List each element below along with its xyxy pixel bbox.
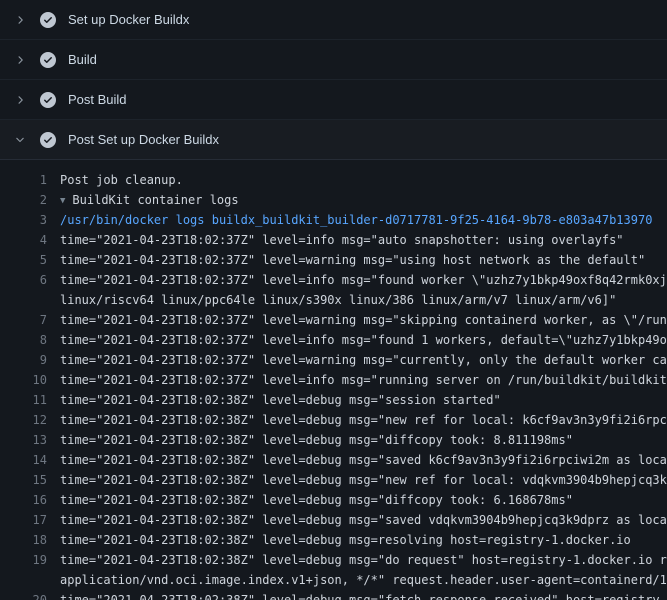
log-line-text: time="2021-04-23T18:02:38Z" level=debug … [60, 453, 667, 467]
log-line-number[interactable] [0, 570, 47, 590]
log-line-number[interactable]: 10 [0, 370, 47, 390]
log-line: 5 ▼time="2021-04-23T18:02:37Z" level=war… [0, 250, 667, 270]
log-line: 14 ▼time="2021-04-23T18:02:38Z" level=de… [0, 450, 667, 470]
log-line-text: time="2021-04-23T18:02:37Z" level=info m… [60, 333, 667, 347]
log-line: 11 ▼time="2021-04-23T18:02:38Z" level=de… [0, 390, 667, 410]
log-line-text: time="2021-04-23T18:02:38Z" level=debug … [60, 433, 573, 447]
log-line-text: BuildKit container logs [72, 193, 238, 207]
log-line-text: time="2021-04-23T18:02:38Z" level=debug … [60, 393, 501, 407]
step-label: Post Set up Docker Buildx [68, 132, 219, 147]
log-line: ▼linux/riscv64 linux/ppc64le linux/s390x… [0, 290, 667, 310]
log-line-number[interactable]: 2 [0, 190, 47, 210]
log-line: 18 ▼time="2021-04-23T18:02:38Z" level=de… [0, 530, 667, 550]
check-circle-icon [40, 132, 56, 148]
log-line-number[interactable]: 18 [0, 530, 47, 550]
log-line-number[interactable]: 3 [0, 210, 47, 230]
log-line: 6 ▼time="2021-04-23T18:02:37Z" level=inf… [0, 270, 667, 290]
log-line-text: time="2021-04-23T18:02:38Z" level=debug … [60, 553, 667, 567]
log-line-text: time="2021-04-23T18:02:38Z" level=debug … [60, 413, 667, 427]
log-line-text: time="2021-04-23T18:02:37Z" level=warnin… [60, 353, 667, 367]
log-line-text: time="2021-04-23T18:02:38Z" level=debug … [60, 533, 631, 547]
log-line-number[interactable]: 15 [0, 470, 47, 490]
log-line: 8 ▼time="2021-04-23T18:02:37Z" level=inf… [0, 330, 667, 350]
chevron-right-icon [14, 94, 26, 106]
steps-list: Set up Docker Buildx Build [0, 0, 667, 160]
step-label: Set up Docker Buildx [68, 12, 189, 27]
log-line-text: time="2021-04-23T18:02:38Z" level=debug … [60, 593, 660, 600]
log-line-number[interactable]: 5 [0, 250, 47, 270]
log-line-text: time="2021-04-23T18:02:37Z" level=info m… [60, 273, 667, 287]
log-line: ▼application/vnd.oci.image.index.v1+json… [0, 570, 667, 590]
log-line: 20 ▼time="2021-04-23T18:02:38Z" level=de… [0, 590, 667, 600]
log-line: 1 ▼Post job cleanup. [0, 170, 667, 190]
check-circle-icon [40, 12, 56, 28]
log-line-number[interactable]: 14 [0, 450, 47, 470]
log-line-number[interactable]: 20 [0, 590, 47, 600]
group-toggle-icon[interactable]: ▼ [60, 191, 65, 210]
log-output: 1 ▼Post job cleanup. 2 ▼ BuildKit contain… [0, 160, 667, 600]
log-line-text: time="2021-04-23T18:02:38Z" level=debug … [60, 473, 667, 487]
log-line-number[interactable]: 12 [0, 410, 47, 430]
log-line-text: linux/riscv64 linux/ppc64le linux/s390x … [60, 293, 616, 307]
check-circle-icon [40, 52, 56, 68]
log-line-text: time="2021-04-23T18:02:38Z" level=debug … [60, 513, 667, 527]
log-line: 10 ▼time="2021-04-23T18:02:37Z" level=in… [0, 370, 667, 390]
step-header-post-build[interactable]: Post Build [0, 80, 667, 120]
log-line-text: /usr/bin/docker logs buildx_buildkit_bui… [60, 213, 652, 227]
log-line-number[interactable]: 9 [0, 350, 47, 370]
step-header-post-set-up-docker-buildx[interactable]: Post Set up Docker Buildx [0, 120, 667, 160]
log-line-number[interactable]: 13 [0, 430, 47, 450]
log-line-number[interactable]: 8 [0, 330, 47, 350]
log-line-number[interactable]: 17 [0, 510, 47, 530]
log-line-text: time="2021-04-23T18:02:38Z" level=debug … [60, 493, 573, 507]
step-label: Post Build [68, 92, 127, 107]
log-line-text: application/vnd.oci.image.index.v1+json,… [60, 573, 667, 587]
log-line-text: time="2021-04-23T18:02:37Z" level=warnin… [60, 253, 645, 267]
chevron-down-icon [14, 134, 26, 146]
log-line: 9 ▼time="2021-04-23T18:02:37Z" level=war… [0, 350, 667, 370]
log-line: 13 ▼time="2021-04-23T18:02:38Z" level=de… [0, 430, 667, 450]
log-line-number[interactable] [0, 290, 47, 310]
step-label: Build [68, 52, 97, 67]
step-header-build[interactable]: Build [0, 40, 667, 80]
log-line: 3 ▼/usr/bin/docker logs buildx_buildkit_… [0, 210, 667, 230]
log-line: 16 ▼time="2021-04-23T18:02:38Z" level=de… [0, 490, 667, 510]
log-line-number[interactable]: 4 [0, 230, 47, 250]
step-header-set-up-docker-buildx[interactable]: Set up Docker Buildx [0, 0, 667, 40]
log-line-text: time="2021-04-23T18:02:37Z" level=warnin… [60, 313, 667, 327]
log-line-number[interactable]: 6 [0, 270, 47, 290]
log-line: 19 ▼time="2021-04-23T18:02:38Z" level=de… [0, 550, 667, 570]
log-line-number[interactable]: 7 [0, 310, 47, 330]
log-line: 2 ▼ BuildKit container logs [0, 190, 667, 210]
chevron-right-icon [14, 14, 26, 26]
log-line: 15 ▼time="2021-04-23T18:02:38Z" level=de… [0, 470, 667, 490]
log-line: 4 ▼time="2021-04-23T18:02:37Z" level=inf… [0, 230, 667, 250]
log-line: 12 ▼time="2021-04-23T18:02:38Z" level=de… [0, 410, 667, 430]
log-line-text: time="2021-04-23T18:02:37Z" level=info m… [60, 373, 667, 387]
log-line-number[interactable]: 1 [0, 170, 47, 190]
log-line-number[interactable]: 19 [0, 550, 47, 570]
check-circle-icon [40, 92, 56, 108]
log-line-number[interactable]: 11 [0, 390, 47, 410]
log-line: 7 ▼time="2021-04-23T18:02:37Z" level=war… [0, 310, 667, 330]
log-line-text: time="2021-04-23T18:02:37Z" level=info m… [60, 233, 624, 247]
log-line-text: Post job cleanup. [60, 173, 183, 187]
chevron-right-icon [14, 54, 26, 66]
log-line-number[interactable]: 16 [0, 490, 47, 510]
log-line: 17 ▼time="2021-04-23T18:02:38Z" level=de… [0, 510, 667, 530]
actions-log-pane: Set up Docker Buildx Build [0, 0, 667, 600]
